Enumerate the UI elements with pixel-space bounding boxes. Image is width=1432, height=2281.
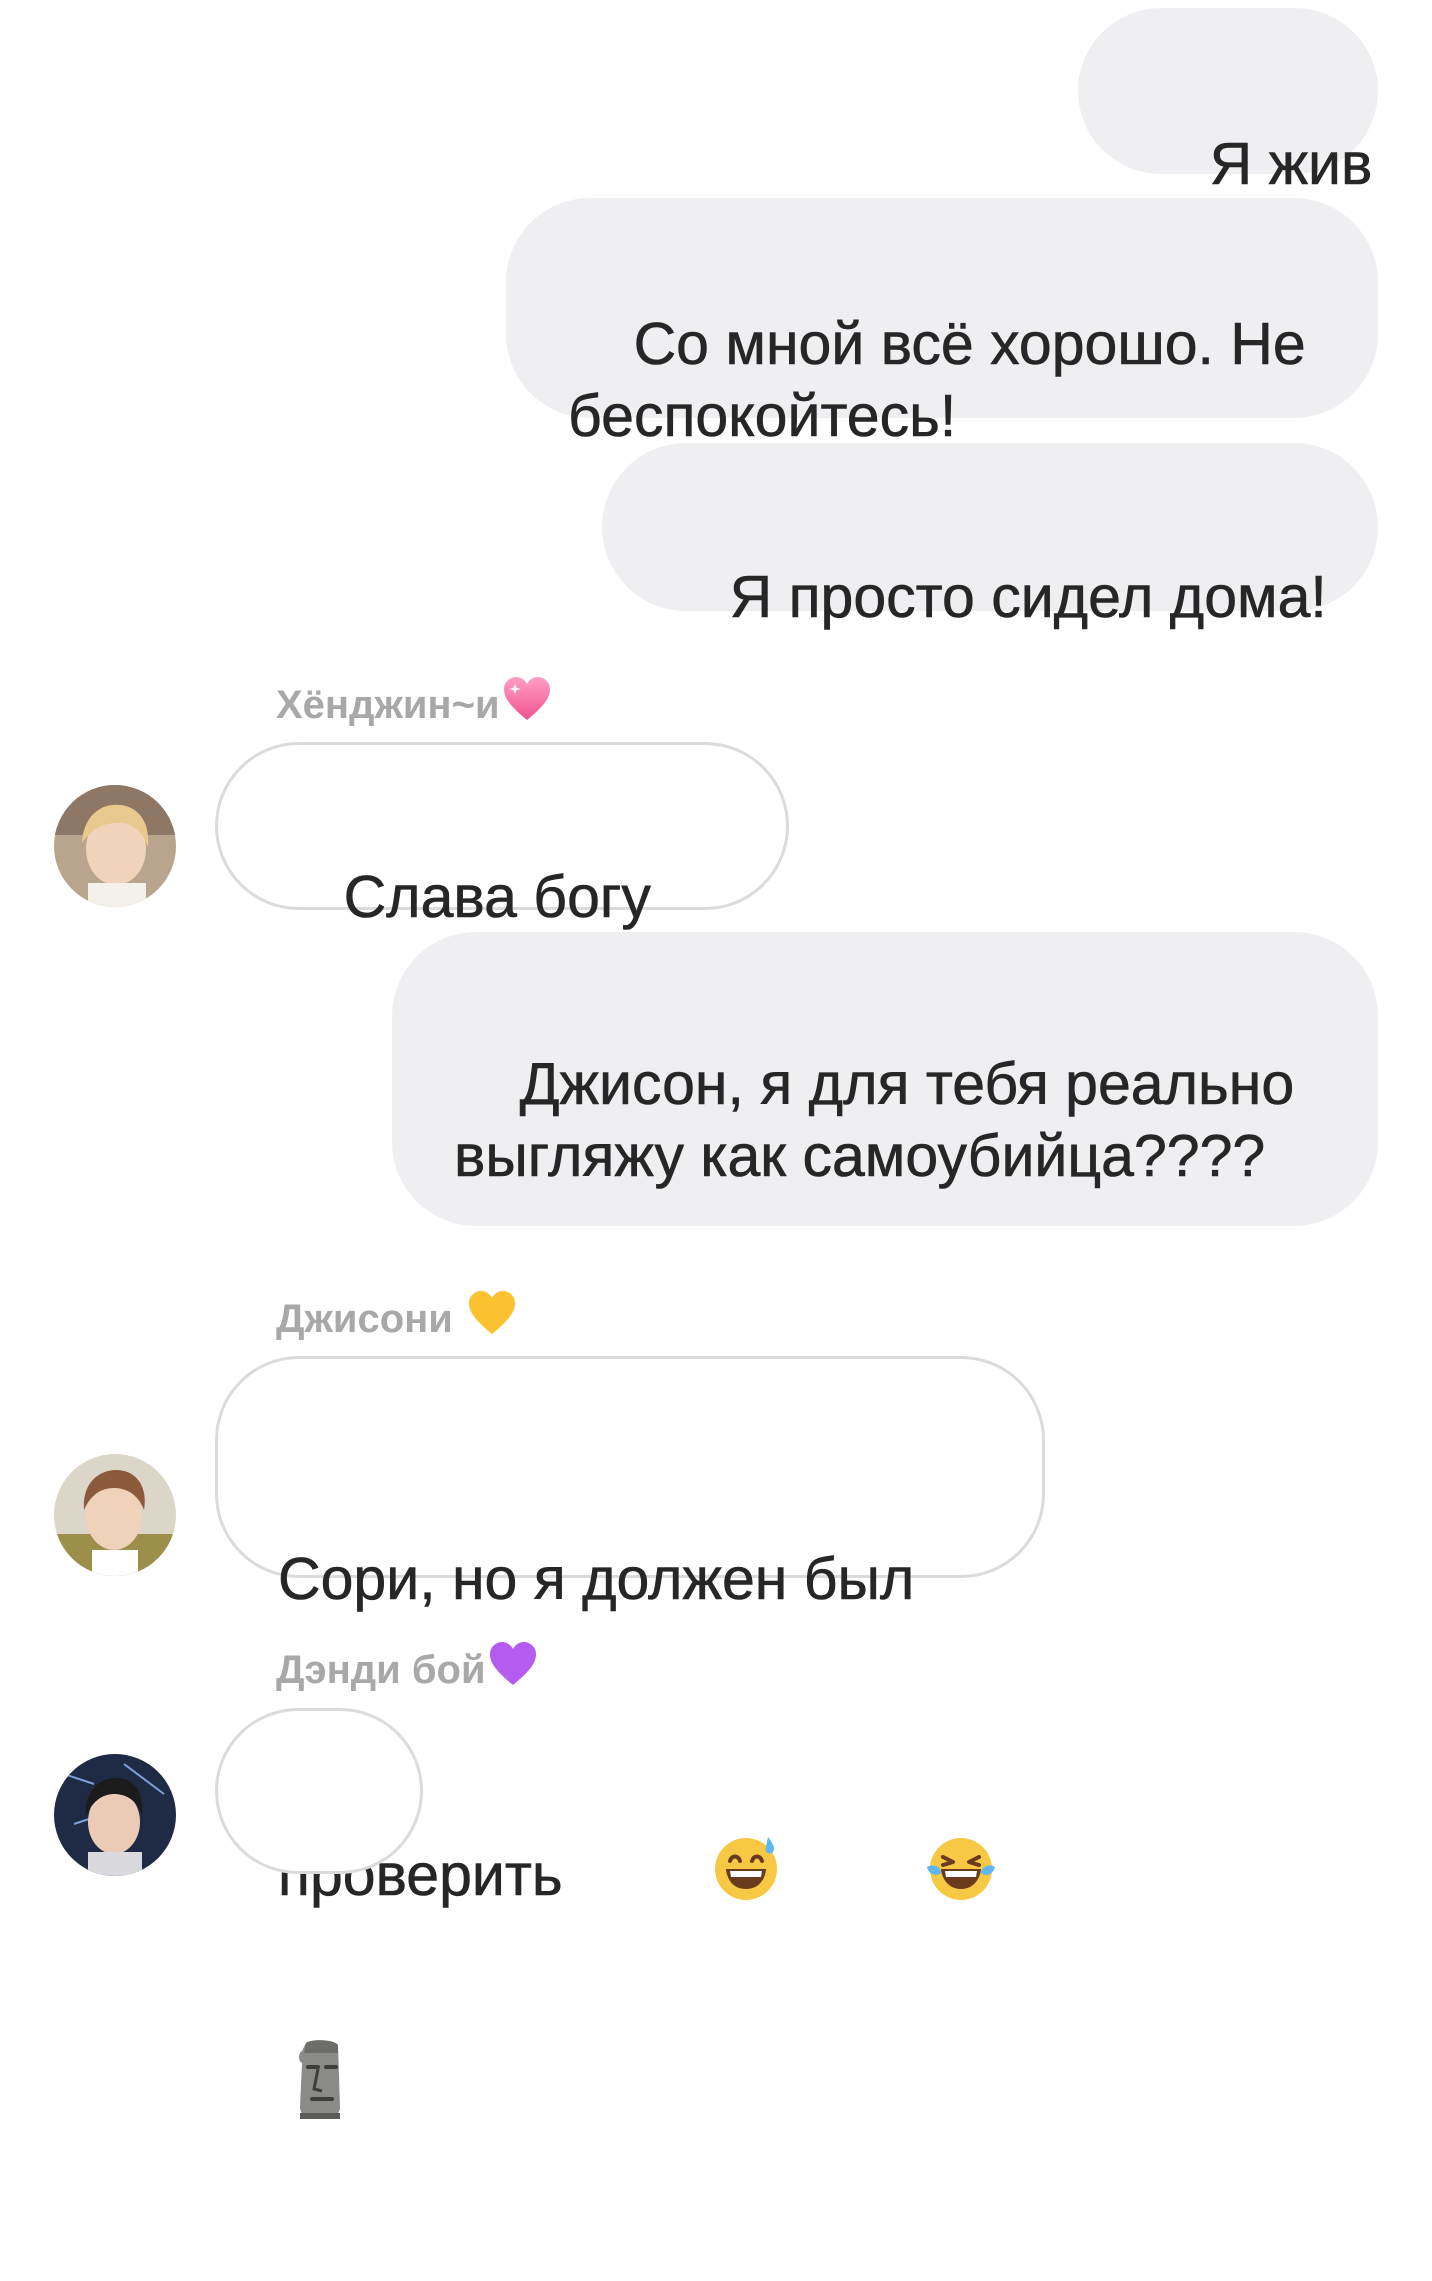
outgoing-message-bubble[interactable]: Со мной всё хорошо. Не беспокойтесь! bbox=[506, 198, 1378, 449]
message-text: Сори, но я должен был bbox=[278, 1546, 915, 1613]
sender-name-text: Джисони bbox=[276, 1296, 453, 1341]
outgoing-message-bubble[interactable]: Я просто сидел дома! bbox=[602, 443, 1378, 630]
avatar[interactable] bbox=[54, 1754, 176, 1876]
incoming-message-bubble[interactable]: Сори, но я должен был проверить bbox=[215, 1356, 1045, 1908]
yellow-heart-icon bbox=[467, 1290, 517, 1347]
sender-name: Джисони bbox=[276, 1290, 517, 1347]
grinning-sweat-emoji bbox=[579, 1759, 782, 1991]
sender-name-text: Хёнджин~и bbox=[276, 682, 500, 727]
message-text: Я жив bbox=[1209, 131, 1373, 198]
pink-sparkling-heart-icon bbox=[502, 676, 552, 733]
avatar[interactable] bbox=[54, 1454, 176, 1576]
message-text: Джисон, я для тебя реально выгляжу как с… bbox=[454, 1051, 1311, 1190]
outgoing-message-bubble[interactable]: Я жив bbox=[1078, 8, 1378, 197]
tears-of-joy-emoji bbox=[792, 1759, 999, 1991]
message-text: Со мной всё хорошо. Не беспокойтесь! bbox=[568, 311, 1323, 450]
incoming-message-bubble[interactable] bbox=[215, 1708, 423, 2119]
purple-heart-icon bbox=[488, 1641, 538, 1698]
incoming-message-bubble[interactable]: Слава богу bbox=[215, 742, 789, 1074]
sender-name: Дэнди бой bbox=[276, 1641, 538, 1698]
avatar[interactable] bbox=[54, 785, 176, 907]
message-text: Слава богу bbox=[343, 864, 651, 931]
moai-emoji bbox=[288, 1893, 420, 2209]
message-text: Я просто сидел дома! bbox=[729, 564, 1327, 631]
chat-thread: Я жив Со мной всё хорошо. Не беспокойтес… bbox=[0, 0, 1432, 2119]
sender-name-text: Дэнди бой bbox=[276, 1647, 486, 1692]
outgoing-message-bubble[interactable]: Джисон, я для тебя реально выгляжу как с… bbox=[392, 932, 1378, 1226]
sender-name: Хёнджин~и bbox=[276, 676, 552, 733]
